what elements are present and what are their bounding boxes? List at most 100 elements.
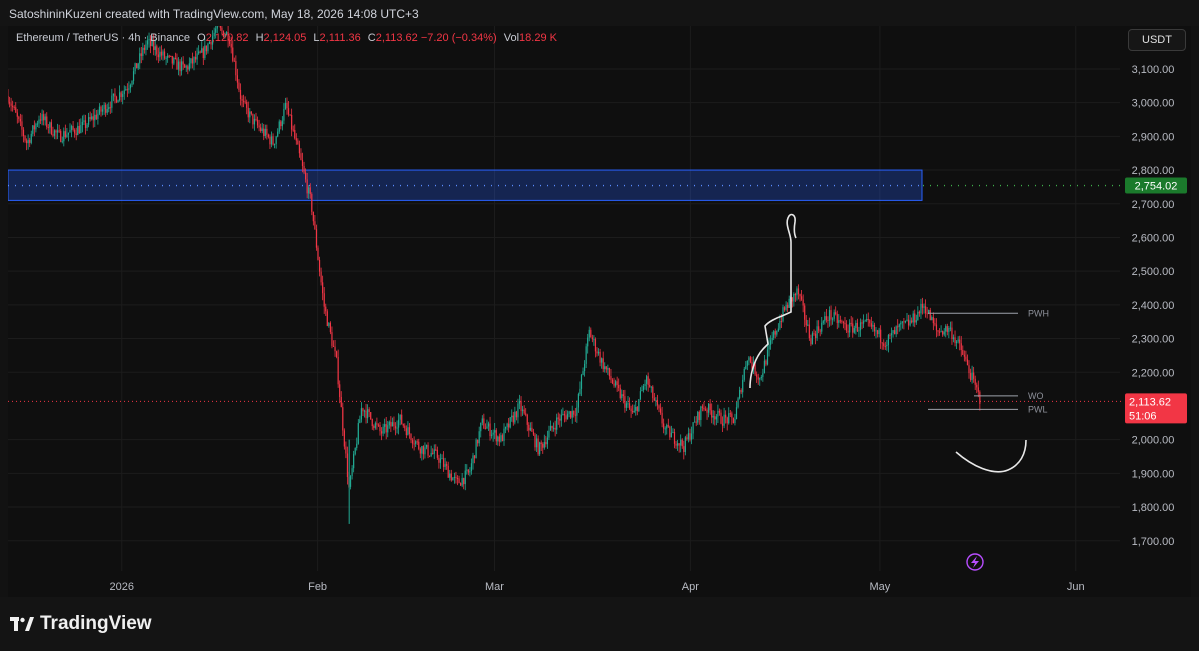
candle-body: [945, 326, 947, 332]
candle-body: [701, 406, 703, 408]
candle-body: [805, 319, 807, 326]
candle-body: [18, 116, 20, 119]
price-tick-label: 2,700.00: [1132, 199, 1175, 211]
candle-body: [239, 89, 242, 100]
candle-body: [968, 365, 970, 374]
candle-body: [137, 63, 139, 69]
candle-body: [520, 401, 522, 412]
candle-body: [543, 441, 545, 448]
candle-body: [500, 435, 502, 442]
candle-body: [641, 390, 643, 392]
candle-body: [44, 116, 46, 121]
candle-body: [388, 421, 390, 426]
candle-body: [501, 435, 504, 441]
candle-body: [559, 418, 561, 421]
candle-body: [613, 383, 615, 386]
candle-body: [136, 63, 138, 69]
symbol-label[interactable]: Ethereum / TetherUS · 4h · Binance: [16, 32, 190, 44]
candle-body: [618, 385, 620, 389]
candle-body: [556, 417, 558, 430]
candle-body: [421, 446, 423, 454]
candle-body: [596, 351, 598, 354]
candle-body: [653, 398, 655, 401]
candle-body: [120, 92, 122, 97]
candle-body: [646, 376, 648, 384]
candle-body: [607, 367, 609, 370]
candle-body: [610, 376, 612, 380]
candle-body: [810, 338, 812, 345]
candle-body: [548, 430, 550, 438]
candle-body: [965, 356, 967, 360]
price-chart[interactable]: 3,100.00 3,000.00 2,900.00 2,800.00 2,700.00…: [7, 17, 1191, 597]
candle-body: [311, 194, 313, 212]
candle-body: [963, 354, 965, 357]
tradingview-logo[interactable]: TradingView: [10, 613, 152, 635]
ohlc-legend: Ethereum / TetherUS · 4h · Binance O2,12…: [16, 32, 557, 44]
candle-body: [157, 54, 159, 58]
candle-body: [529, 427, 531, 431]
open-value: 2,120.82: [205, 32, 249, 44]
candle-body: [384, 424, 386, 427]
candle-body: [832, 318, 834, 320]
candle-body: [742, 379, 744, 393]
candle-body: [387, 425, 389, 433]
candle-body: [644, 383, 646, 387]
candle-body: [759, 378, 761, 380]
candle-body: [708, 403, 710, 413]
candle-body: [796, 288, 798, 296]
candle-body: [739, 390, 741, 399]
candle-body: [430, 452, 432, 457]
candle-body: [977, 387, 979, 392]
candle-body: [585, 346, 587, 364]
candle-body: [568, 411, 570, 414]
candle-body: [715, 416, 717, 420]
candle-body: [407, 427, 409, 436]
candle-body: [80, 125, 82, 134]
candle-body: [771, 337, 773, 341]
candle-body: [574, 414, 576, 416]
candle-body: [700, 406, 702, 421]
candle-body: [394, 426, 397, 429]
candle-body: [464, 470, 466, 485]
candle-body: [918, 311, 920, 314]
candle-body: [181, 61, 183, 72]
tradingview-logo-text: TradingView: [40, 613, 152, 634]
candle-body: [686, 437, 688, 440]
candle-body: [450, 473, 452, 481]
candle-body: [472, 455, 474, 464]
candle-body: [16, 112, 18, 117]
low-value: 2,111.36: [319, 32, 361, 44]
candle-body: [886, 344, 888, 347]
currency-selector[interactable]: USDT: [1128, 29, 1186, 51]
candle-body: [390, 421, 392, 427]
candle-body: [469, 471, 471, 473]
candle-body: [615, 381, 617, 386]
candle-body: [249, 111, 251, 118]
candle-body: [277, 131, 279, 137]
candle-body: [13, 106, 15, 108]
candle-body: [554, 427, 556, 430]
chart-panel[interactable]: 3,100.00 3,000.00 2,900.00 2,800.00 2,700.00…: [7, 17, 1191, 597]
candle-body: [402, 423, 404, 426]
candle-body: [438, 457, 440, 463]
last-price-text: 2,113.62: [1129, 396, 1171, 408]
candle-body: [976, 384, 978, 388]
candle-body: [88, 117, 90, 125]
candle-body: [633, 410, 635, 413]
candle-body: [292, 129, 294, 131]
candle-body: [280, 121, 282, 127]
candle-body: [929, 310, 931, 321]
candle-body: [308, 187, 310, 194]
candle-body: [957, 339, 959, 342]
candle-body: [19, 118, 21, 122]
candle-body: [875, 330, 877, 332]
candle-body: [867, 319, 869, 321]
candle-body: [912, 313, 914, 323]
candle-body: [580, 374, 583, 389]
candle-body: [788, 298, 790, 308]
candle-body: [60, 130, 62, 142]
candle-body: [881, 342, 883, 344]
candle-body: [207, 43, 209, 52]
candle-body: [811, 333, 814, 345]
candle-body: [621, 394, 623, 399]
